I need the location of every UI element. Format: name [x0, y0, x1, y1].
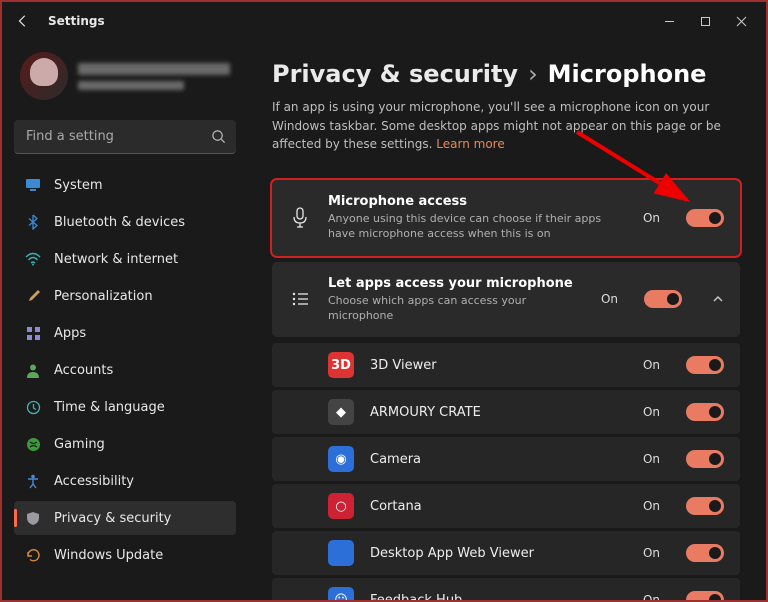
app-toggle[interactable] — [686, 591, 724, 600]
sidebar-item-system[interactable]: System — [14, 168, 236, 202]
app-toggle[interactable] — [686, 497, 724, 515]
toggle-label: On — [643, 499, 660, 513]
chevron-up-icon[interactable] — [712, 293, 724, 305]
app-icon — [328, 540, 354, 566]
app-row[interactable]: ○ Cortana On — [272, 484, 740, 528]
page-description: If an app is using your microphone, you'… — [272, 98, 732, 154]
shield-icon — [24, 509, 42, 527]
sidebar-item-time[interactable]: Time & language — [14, 390, 236, 424]
app-toggle[interactable] — [686, 356, 724, 374]
apps-list: 3D 3D Viewer On ◆ ARMOURY CRATE On ◉ Camera On ○ C… — [272, 343, 740, 600]
toggle-label: On — [601, 292, 618, 306]
search-icon — [211, 129, 226, 144]
titlebar: Settings — [2, 2, 766, 40]
let-apps-toggle[interactable] — [644, 290, 682, 308]
sidebar-item-label: Apps — [54, 326, 86, 341]
setting-let-apps-access[interactable]: Let apps access your microphone Choose w… — [272, 262, 740, 338]
page-title: Microphone — [548, 60, 707, 88]
sidebar-item-network[interactable]: Network & internet — [14, 242, 236, 276]
setting-subtitle: Anyone using this device can choose if t… — [328, 211, 627, 242]
setting-title: Let apps access your microphone — [328, 276, 585, 291]
search-input[interactable] — [14, 120, 236, 154]
toggle-label: On — [643, 358, 660, 372]
app-name: Camera — [370, 452, 627, 467]
microphone-access-toggle[interactable] — [686, 209, 724, 227]
app-toggle[interactable] — [686, 450, 724, 468]
sidebar-item-label: Gaming — [54, 437, 105, 452]
sidebar-item-label: Windows Update — [54, 548, 163, 563]
sidebar-item-update[interactable]: Windows Update — [14, 538, 236, 572]
app-row[interactable]: ◆ ARMOURY CRATE On — [272, 390, 740, 434]
sidebar-item-label: Bluetooth & devices — [54, 215, 185, 230]
xbox-icon — [24, 435, 42, 453]
sidebar-item-personalization[interactable]: Personalization — [14, 279, 236, 313]
sidebar-item-label: Time & language — [54, 400, 165, 415]
learn-more-link[interactable]: Learn more — [436, 137, 504, 151]
accessibility-icon — [24, 472, 42, 490]
app-name: Cortana — [370, 499, 627, 514]
brush-icon — [24, 287, 42, 305]
app-toggle[interactable] — [686, 403, 724, 421]
app-icon: 3D — [328, 352, 354, 378]
app-name: Desktop App Web Viewer — [370, 546, 627, 561]
sidebar-item-label: Accounts — [54, 363, 113, 378]
app-row[interactable]: ☺ Feedback Hub On — [272, 578, 740, 600]
apps-icon — [24, 324, 42, 342]
breadcrumb: Privacy & security › Microphone — [272, 60, 740, 88]
sidebar-item-label: Accessibility — [54, 474, 134, 489]
back-button[interactable] — [12, 10, 34, 32]
toggle-label: On — [643, 405, 660, 419]
person-icon — [24, 361, 42, 379]
wifi-icon — [24, 250, 42, 268]
app-name: Feedback Hub — [370, 593, 627, 600]
sidebar-item-apps[interactable]: Apps — [14, 316, 236, 350]
toggle-label: On — [643, 593, 660, 600]
toggle-label: On — [643, 211, 660, 225]
profile-info — [78, 63, 230, 90]
avatar — [20, 52, 68, 100]
close-button[interactable] — [734, 14, 748, 28]
profile[interactable] — [14, 40, 236, 118]
app-icon: ☺ — [328, 587, 354, 600]
main-content: Privacy & security › Microphone If an ap… — [248, 40, 766, 600]
search-box[interactable] — [14, 120, 236, 154]
app-name: ARMOURY CRATE — [370, 405, 627, 420]
sidebar-item-accessibility[interactable]: Accessibility — [14, 464, 236, 498]
window-title: Settings — [48, 14, 105, 28]
app-icon: ◆ — [328, 399, 354, 425]
app-name: 3D Viewer — [370, 358, 627, 373]
setting-microphone-access[interactable]: Microphone access Anyone using this devi… — [272, 180, 740, 256]
display-icon — [24, 176, 42, 194]
app-row[interactable]: 3D 3D Viewer On — [272, 343, 740, 387]
sidebar-item-bluetooth[interactable]: Bluetooth & devices — [14, 205, 236, 239]
sidebar-item-privacy[interactable]: Privacy & security — [14, 501, 236, 535]
sidebar-item-label: Privacy & security — [54, 511, 171, 526]
list-icon — [288, 291, 312, 307]
sidebar: System Bluetooth & devices Network & int… — [2, 40, 248, 600]
breadcrumb-parent[interactable]: Privacy & security — [272, 60, 518, 88]
toggle-label: On — [643, 546, 660, 560]
sidebar-item-label: System — [54, 178, 102, 193]
setting-title: Microphone access — [328, 194, 627, 209]
bluetooth-icon — [24, 213, 42, 231]
minimize-button[interactable] — [662, 14, 676, 28]
breadcrumb-sep: › — [528, 60, 538, 88]
microphone-icon — [288, 207, 312, 229]
app-toggle[interactable] — [686, 544, 724, 562]
sidebar-item-label: Network & internet — [54, 252, 178, 267]
app-row[interactable]: ◉ Camera On — [272, 437, 740, 481]
update-icon — [24, 546, 42, 564]
globe-clock-icon — [24, 398, 42, 416]
toggle-label: On — [643, 452, 660, 466]
app-icon: ◉ — [328, 446, 354, 472]
setting-subtitle: Choose which apps can access your microp… — [328, 293, 585, 324]
sidebar-item-accounts[interactable]: Accounts — [14, 353, 236, 387]
sidebar-item-gaming[interactable]: Gaming — [14, 427, 236, 461]
nav: System Bluetooth & devices Network & int… — [14, 168, 236, 572]
app-row[interactable]: Desktop App Web Viewer On — [272, 531, 740, 575]
sidebar-item-label: Personalization — [54, 289, 153, 304]
maximize-button[interactable] — [698, 14, 712, 28]
app-icon: ○ — [328, 493, 354, 519]
